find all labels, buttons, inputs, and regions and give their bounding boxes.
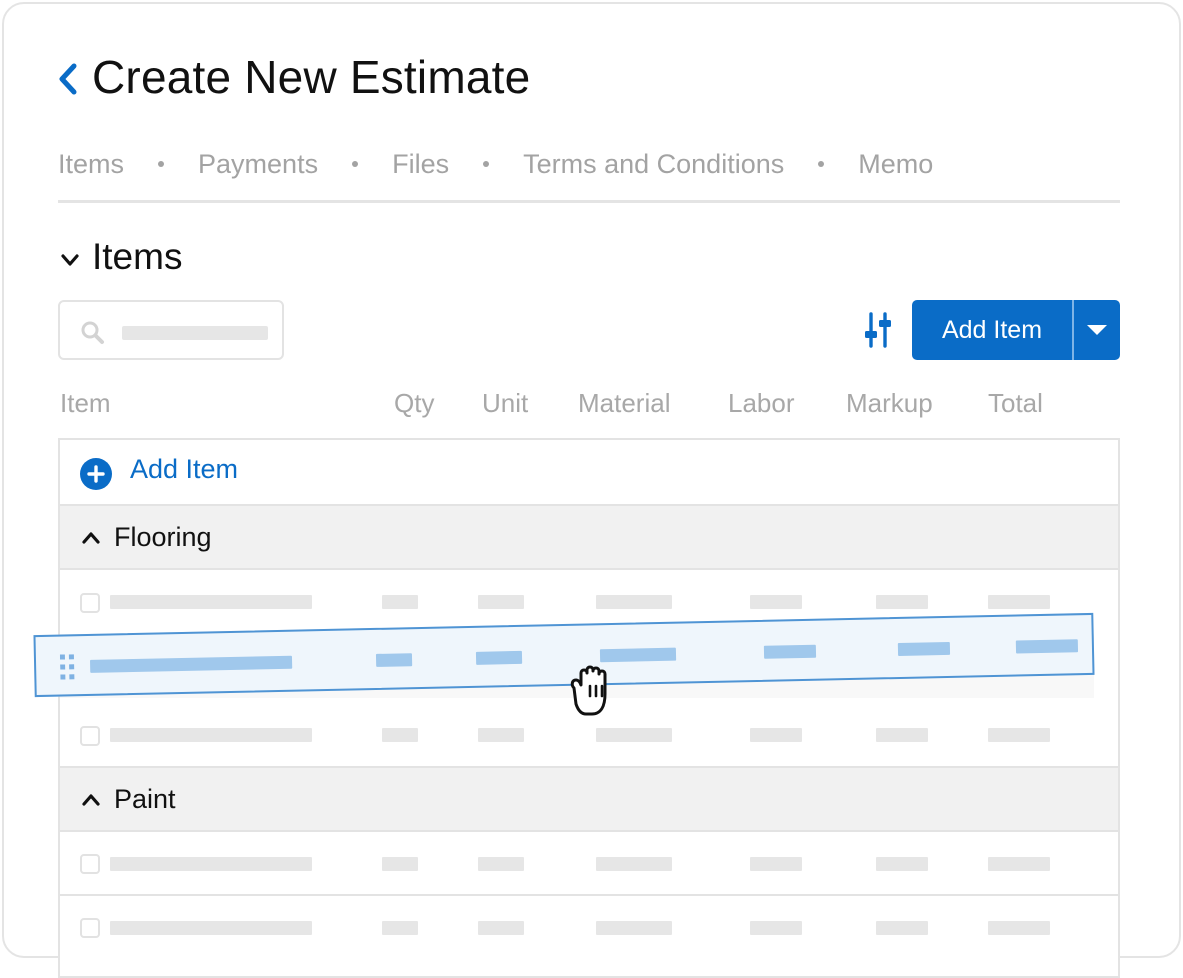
tab-separator <box>818 161 825 167</box>
placeholder-unit <box>478 728 524 742</box>
tab-bar: Items Payments Files Terms and Condition… <box>58 142 1128 186</box>
placeholder-markup <box>897 641 951 657</box>
group-row-flooring[interactable]: Flooring <box>60 506 1118 570</box>
table-row[interactable] <box>60 896 1118 966</box>
placeholder-unit <box>478 921 524 935</box>
plus-circle-icon <box>80 458 112 490</box>
tab-separator <box>158 161 165 167</box>
placeholder-labor <box>750 857 802 871</box>
group-label: Flooring <box>114 522 212 552</box>
back-chevron-icon[interactable] <box>56 62 80 96</box>
placeholder-labor <box>750 728 802 742</box>
placeholder-qty <box>382 595 418 609</box>
placeholder-item <box>110 857 312 871</box>
placeholder-material <box>596 921 672 935</box>
placeholder-markup <box>876 921 928 935</box>
placeholder-labor <box>763 644 817 659</box>
add-item-split-button: Add Item <box>912 300 1120 360</box>
page-title: Create New Estimate <box>92 51 531 103</box>
placeholder-item <box>110 595 312 609</box>
placeholder-markup <box>876 728 928 742</box>
column-header-labor: Labor <box>728 388 795 418</box>
placeholder-material <box>596 857 672 871</box>
search-icon <box>81 321 104 344</box>
placeholder-material <box>596 595 672 609</box>
tabs-divider <box>58 200 1120 203</box>
add-item-link[interactable]: Add Item <box>130 454 238 485</box>
group-row-paint[interactable]: Paint <box>60 768 1118 832</box>
placeholder-qty <box>382 728 418 742</box>
group-label: Paint <box>114 784 176 814</box>
tab-items[interactable]: Items <box>58 149 124 180</box>
placeholder-qty <box>375 653 413 667</box>
row-checkbox[interactable] <box>80 854 100 874</box>
tab-terms-and-conditions[interactable]: Terms and Conditions <box>523 149 784 180</box>
placeholder-markup <box>876 857 928 871</box>
placeholder-total <box>988 857 1050 871</box>
placeholder-qty <box>382 857 418 871</box>
row-checkbox[interactable] <box>80 918 100 938</box>
add-item-button[interactable]: Add Item <box>912 300 1072 360</box>
placeholder-labor <box>750 595 802 609</box>
column-header-total: Total <box>988 388 1043 418</box>
chevron-up-icon[interactable] <box>80 789 102 811</box>
chevron-down-icon[interactable] <box>58 248 82 272</box>
search-input[interactable] <box>58 300 284 360</box>
add-item-dropdown-button[interactable] <box>1074 300 1120 360</box>
placeholder-unit <box>478 595 524 609</box>
placeholder-item <box>110 728 312 742</box>
section-title: Items <box>92 236 183 277</box>
tab-separator <box>352 161 359 167</box>
row-checkbox[interactable] <box>80 726 100 746</box>
search-placeholder-bar <box>122 326 268 340</box>
chevron-up-icon[interactable] <box>80 527 102 549</box>
filter-sliders-icon[interactable] <box>862 312 894 348</box>
placeholder-unit <box>475 650 523 665</box>
placeholder-item <box>110 921 312 935</box>
column-header-item: Item <box>60 388 111 418</box>
add-item-row[interactable]: Add Item <box>60 440 1118 506</box>
placeholder-labor <box>750 921 802 935</box>
placeholder-total <box>1015 639 1079 654</box>
placeholder-total <box>988 595 1050 609</box>
tab-files[interactable]: Files <box>392 149 449 180</box>
row-checkbox[interactable] <box>80 593 100 613</box>
grab-hand-cursor-icon <box>570 665 607 716</box>
placeholder-markup <box>876 595 928 609</box>
placeholder-unit <box>478 857 524 871</box>
placeholder-qty <box>382 921 418 935</box>
column-header-markup: Markup <box>846 388 933 418</box>
table-row[interactable] <box>60 832 1118 896</box>
tab-payments[interactable]: Payments <box>198 149 318 180</box>
placeholder-total <box>988 921 1050 935</box>
placeholder-total <box>988 728 1050 742</box>
placeholder-item <box>89 655 293 673</box>
tab-memo[interactable]: Memo <box>858 149 933 180</box>
tab-separator <box>483 161 490 167</box>
column-header-qty: Qty <box>394 388 435 418</box>
caret-down-icon <box>1087 325 1107 335</box>
column-header-unit: Unit <box>482 388 529 418</box>
column-header-material: Material <box>578 388 671 418</box>
drag-grip-icon[interactable] <box>59 654 77 680</box>
placeholder-material <box>596 728 672 742</box>
